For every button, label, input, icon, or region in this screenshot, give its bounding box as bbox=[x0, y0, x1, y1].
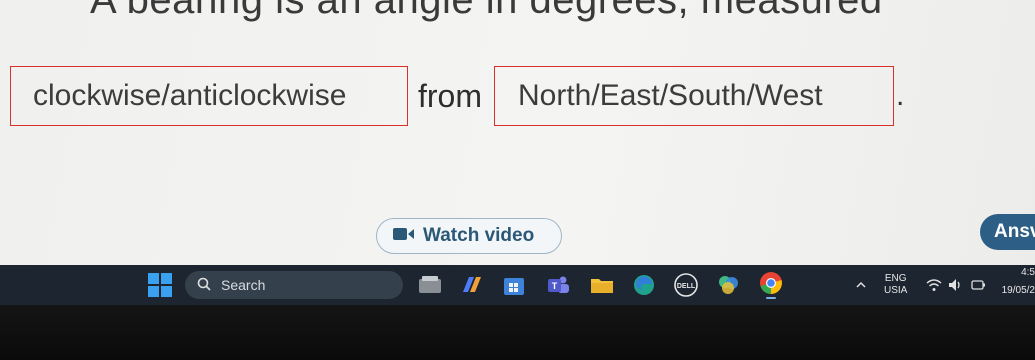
laptop-bezel bbox=[0, 305, 1035, 360]
question-heading: A bearing is an angle in degrees, measur… bbox=[90, 0, 883, 22]
language-indicator[interactable]: ENG USIA bbox=[884, 265, 907, 305]
svg-text:DELL: DELL bbox=[677, 283, 696, 290]
keyboard-region: USIA bbox=[884, 285, 908, 296]
copilot-icon[interactable] bbox=[460, 265, 484, 305]
blank-compass-dropdown[interactable]: North/East/South/West bbox=[494, 66, 894, 126]
blank-direction-dropdown[interactable]: clockwise/anticlockwise bbox=[10, 66, 408, 126]
system-clock[interactable]: 4:5 19/05/2 bbox=[996, 265, 1035, 297]
watch-video-button[interactable]: Watch video bbox=[376, 218, 562, 254]
volume-icon[interactable] bbox=[948, 265, 964, 305]
search-placeholder: Search bbox=[221, 277, 266, 293]
teams-icon[interactable]: T bbox=[546, 265, 570, 305]
wifi-icon[interactable] bbox=[926, 265, 942, 305]
connector-word: from bbox=[418, 77, 482, 114]
battery-icon[interactable] bbox=[970, 265, 986, 305]
chevron-up-icon[interactable] bbox=[855, 265, 867, 305]
microsoft-store-icon[interactable] bbox=[503, 265, 525, 305]
language-code: ENG bbox=[884, 273, 907, 284]
watch-video-label: Watch video bbox=[423, 225, 535, 246]
clock-date: 19/05/2 bbox=[1001, 285, 1035, 296]
windows-taskbar: Search T DELL ENG USIA 4:5 19/05/2 bbox=[0, 265, 1035, 305]
answer-label: Ansv bbox=[994, 221, 1035, 242]
dell-icon[interactable]: DELL bbox=[673, 265, 699, 305]
search-icon bbox=[185, 277, 221, 294]
clock-time: 4:5 bbox=[1021, 267, 1035, 278]
photos-icon[interactable] bbox=[716, 265, 742, 305]
edge-icon[interactable] bbox=[632, 265, 656, 305]
fill-in-sentence: clockwise/anticlockwise from North/East/… bbox=[10, 66, 904, 126]
lesson-page: A bearing is an angle in degrees, measur… bbox=[0, 0, 1035, 265]
sentence-period: . bbox=[896, 79, 905, 112]
windows-icon[interactable] bbox=[148, 265, 172, 305]
svg-text:T: T bbox=[552, 281, 558, 291]
answer-button[interactable]: Ansv bbox=[980, 214, 1035, 250]
folder-icon[interactable] bbox=[590, 265, 614, 305]
chrome-icon[interactable] bbox=[758, 265, 784, 305]
file-explorer-icon[interactable] bbox=[418, 265, 442, 305]
video-camera-icon bbox=[393, 225, 415, 247]
taskbar-search-box[interactable]: Search bbox=[185, 271, 403, 299]
